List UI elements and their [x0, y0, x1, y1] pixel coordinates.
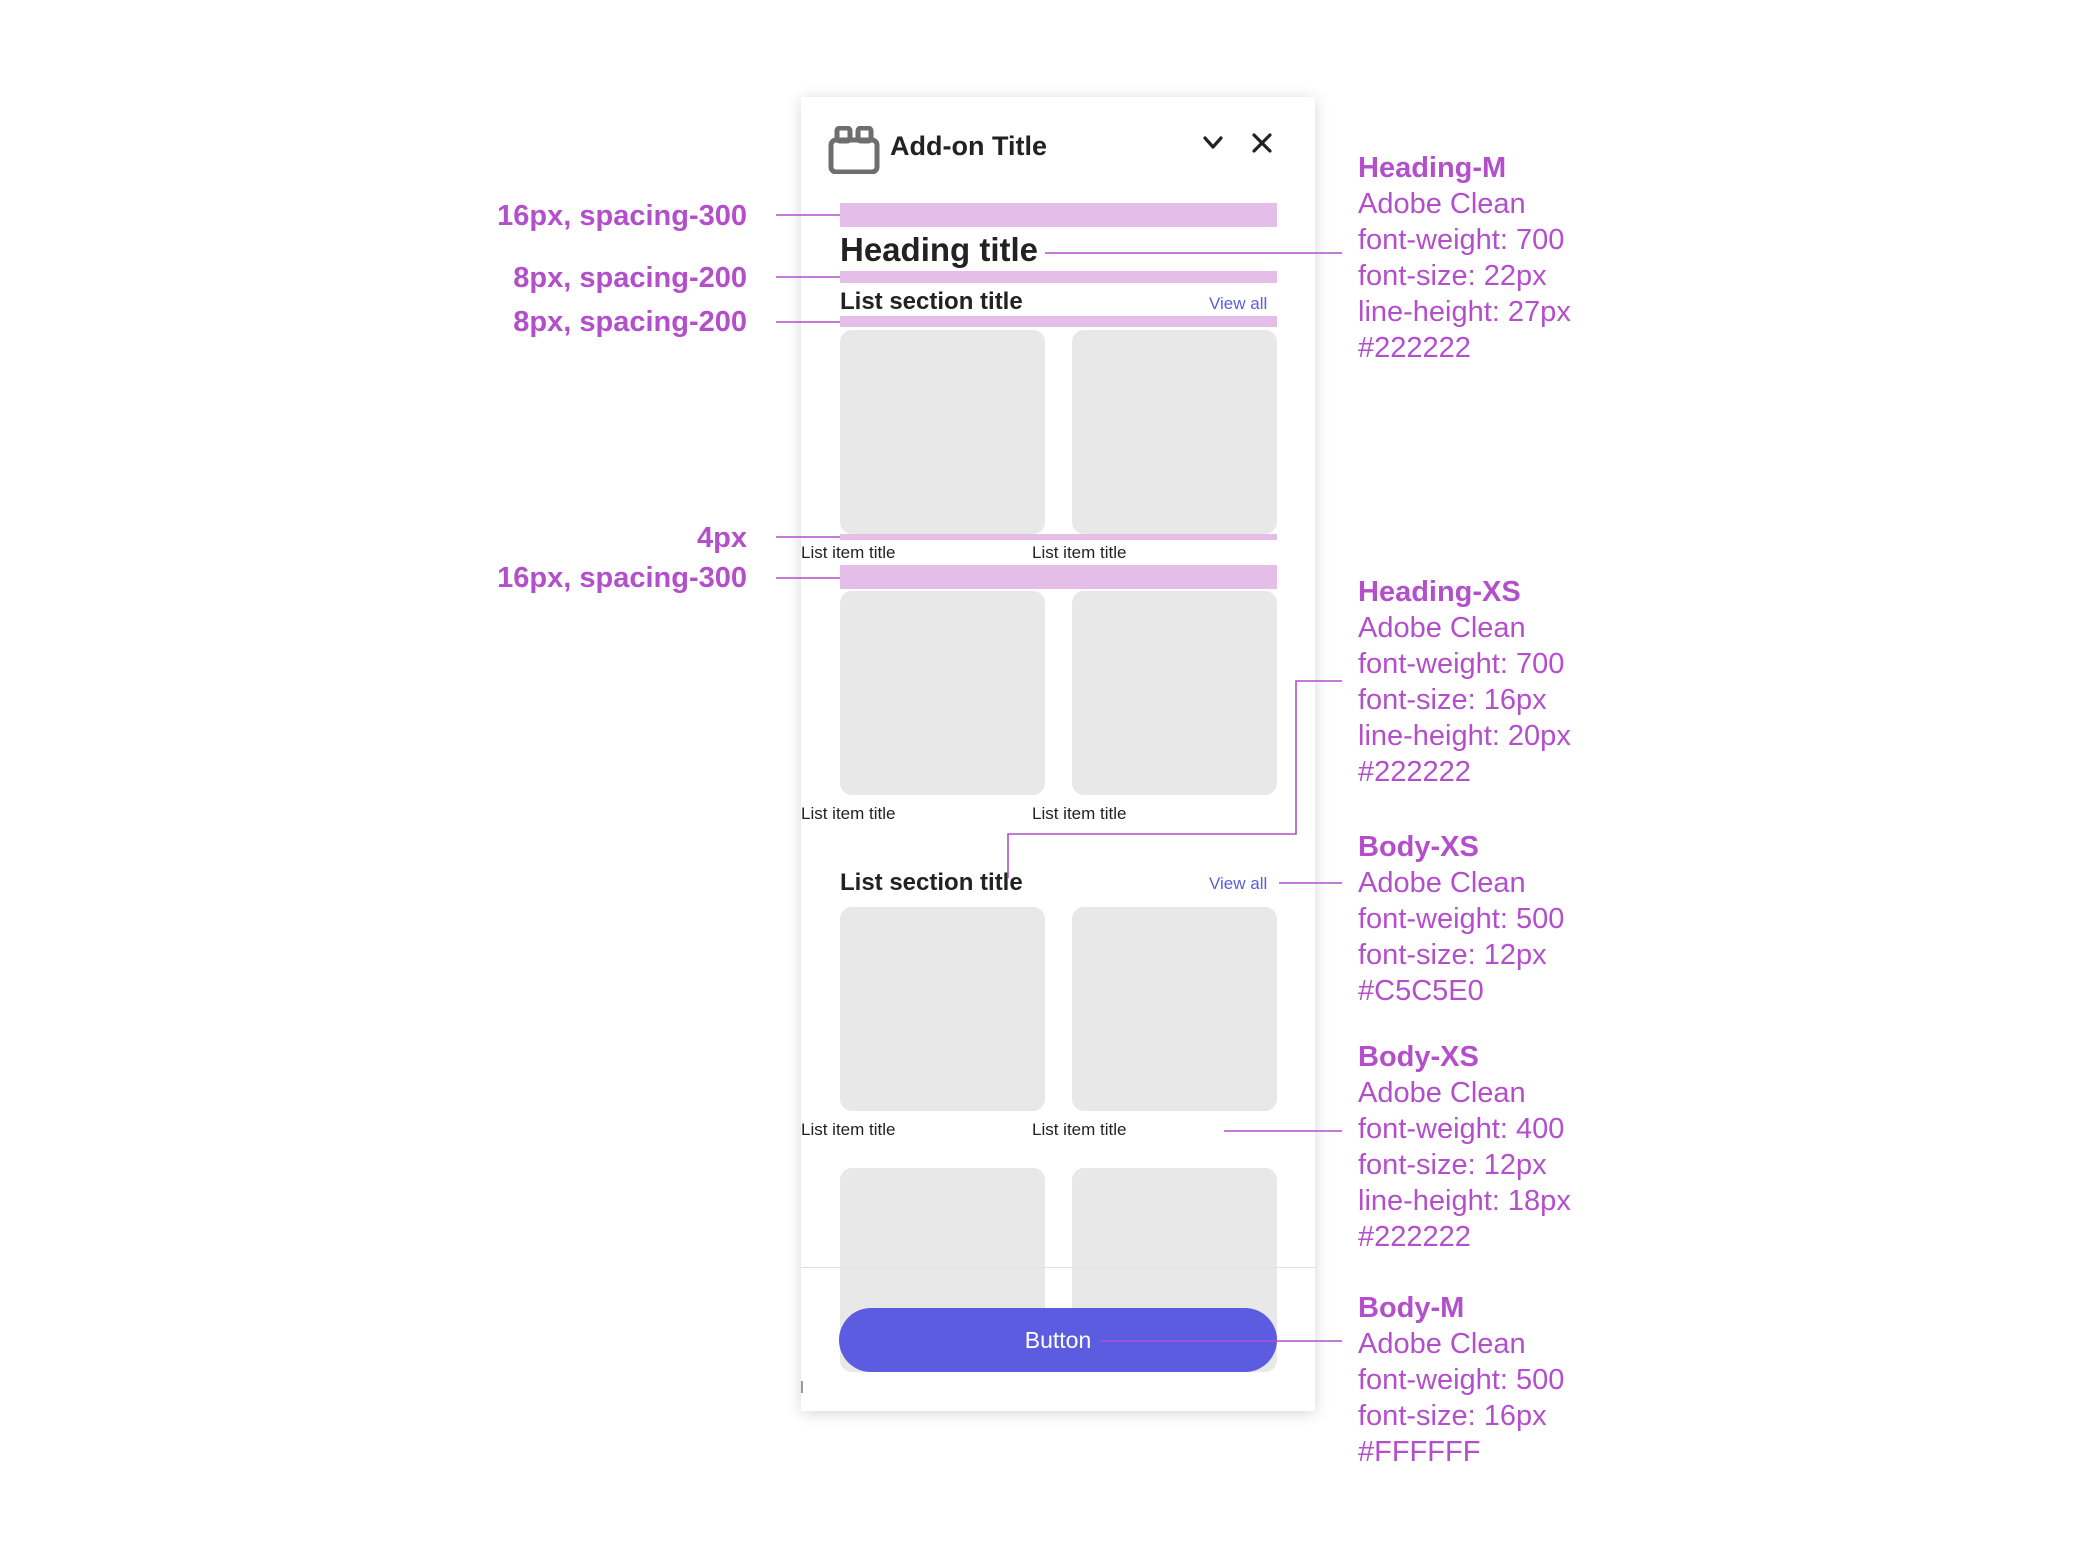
list-item-thumbnail[interactable] — [1072, 907, 1277, 1111]
spec-line: font-weight: 400 — [1358, 1113, 1565, 1145]
spec-line: font-weight: 500 — [1358, 1364, 1565, 1396]
spec-line: Adobe Clean — [1358, 612, 1526, 644]
list-item-thumbnail[interactable] — [840, 591, 1045, 795]
spec-name: Heading-M — [1358, 152, 1507, 184]
spacing-label: 16px, spacing-300 — [497, 200, 747, 232]
list-item-title: List item title — [801, 1120, 896, 1139]
spec-line: Adobe Clean — [1358, 188, 1526, 220]
spec-line: font-size: 12px — [1358, 939, 1547, 971]
spec-line: font-weight: 700 — [1358, 648, 1565, 680]
list-item-thumbnail[interactable] — [840, 907, 1045, 1111]
spec-line: font-size: 16px — [1358, 684, 1547, 716]
spacing-label: 4px — [697, 522, 747, 554]
list-item-thumbnail[interactable] — [1072, 591, 1277, 795]
list-item-title: List item title — [1032, 804, 1127, 823]
spec-line: Adobe Clean — [1358, 867, 1526, 899]
spacing-highlight-4 — [840, 534, 1277, 540]
spec-name: Body-M — [1358, 1292, 1465, 1324]
spec-line: Adobe Clean — [1358, 1077, 1526, 1109]
addon-title: Add-on Title — [890, 131, 1047, 161]
list-item-thumbnail[interactable] — [1072, 330, 1277, 534]
list-item-thumbnail[interactable] — [840, 330, 1045, 534]
list-item-title: List item title — [801, 543, 896, 562]
spec-line: font-weight: 700 — [1358, 224, 1565, 256]
addon-icon — [828, 126, 880, 174]
scroll-marker — [801, 1381, 803, 1393]
spec-name: Body-XS — [1358, 1041, 1479, 1073]
close-icon[interactable] — [1251, 132, 1273, 154]
typography-spec-body-xs-link: Body-XS Adobe Clean font-weight: 500 fon… — [1358, 829, 1564, 1009]
typography-spec-body-m: Body-M Adobe Clean font-weight: 500 font… — [1358, 1290, 1564, 1470]
spacing-highlight-3 — [840, 316, 1277, 327]
spec-line: #FFFFFF — [1358, 1436, 1481, 1468]
spec-line: font-size: 16px — [1358, 1400, 1547, 1432]
spec-line: Adobe Clean — [1358, 1328, 1526, 1360]
spec-line: line-height: 20px — [1358, 720, 1571, 752]
addon-panel: Add-on Title Heading title List section … — [801, 97, 1315, 1411]
typography-spec-body-xs-item: Body-XS Adobe Clean font-weight: 400 fon… — [1358, 1039, 1571, 1255]
list-section-title: List section title — [840, 288, 1023, 315]
spec-line: #222222 — [1358, 756, 1471, 788]
spacing-highlight-5 — [840, 565, 1277, 589]
list-item-title: List item title — [1032, 1120, 1127, 1139]
view-all-link[interactable]: View all — [1209, 873, 1267, 895]
spacing-highlight-1 — [840, 203, 1277, 227]
spec-line: #222222 — [1358, 1221, 1471, 1253]
list-item-title: List item title — [1032, 543, 1127, 562]
spec-name: Body-XS — [1358, 831, 1479, 863]
typography-spec-heading-m: Heading-M Adobe Clean font-weight: 700 f… — [1358, 150, 1571, 366]
list-section-title: List section title — [840, 869, 1023, 896]
spec-line: #C5C5E0 — [1358, 975, 1484, 1007]
spacing-label: 8px, spacing-200 — [513, 262, 747, 294]
spec-line: font-size: 12px — [1358, 1149, 1547, 1181]
list-item-title: List item title — [801, 804, 896, 823]
typography-spec-heading-xs: Heading-XS Adobe Clean font-weight: 700 … — [1358, 574, 1571, 790]
spec-line: font-size: 22px — [1358, 260, 1547, 292]
spec-line: line-height: 27px — [1358, 296, 1571, 328]
spacing-highlight-2 — [840, 271, 1277, 283]
spacing-label: 16px, spacing-300 — [497, 562, 747, 594]
spec-line: #222222 — [1358, 332, 1471, 364]
spec-line: line-height: 18px — [1358, 1185, 1571, 1217]
footer-divider — [801, 1267, 1315, 1268]
primary-button[interactable]: Button — [839, 1308, 1277, 1372]
spec-name: Heading-XS — [1358, 576, 1521, 608]
chevron-down-icon[interactable] — [1202, 135, 1224, 151]
spacing-label: 8px, spacing-200 — [513, 306, 747, 338]
heading-title: Heading title — [840, 231, 1039, 268]
spec-line: font-weight: 500 — [1358, 903, 1565, 935]
view-all-link[interactable]: View all — [1209, 293, 1267, 315]
